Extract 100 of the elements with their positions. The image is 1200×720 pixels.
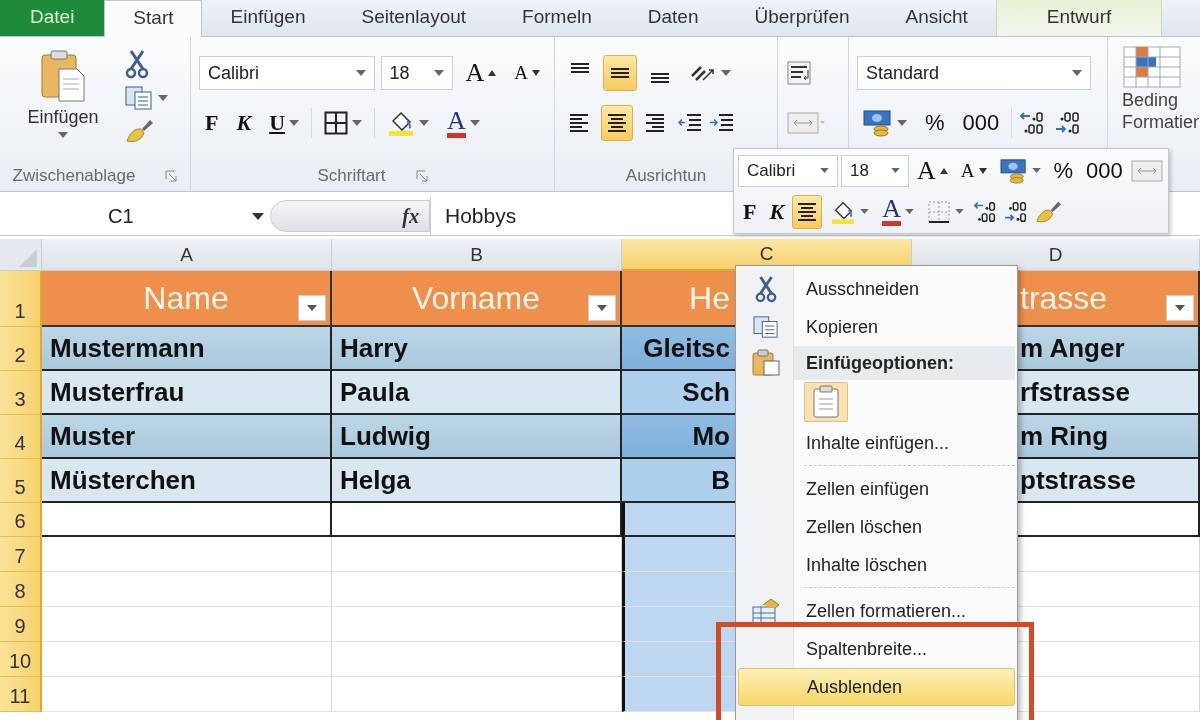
row-header[interactable]: 11 <box>0 677 42 712</box>
conditional-formatting-button[interactable]: Beding Formatier <box>1122 45 1200 133</box>
percent-button[interactable]: % <box>919 105 951 141</box>
merge-cells-icon[interactable] <box>1130 158 1163 183</box>
paint-bucket-icon <box>387 109 416 137</box>
caret-icon <box>597 305 607 311</box>
align-lines-icon <box>569 114 589 132</box>
table-cell: Harry <box>332 327 622 371</box>
formula-input[interactable]: Hobbys <box>430 197 720 235</box>
grow-font-button[interactable]: A <box>912 153 953 188</box>
percent-button[interactable]: % <box>1048 153 1079 188</box>
bold-button[interactable]: F <box>199 105 225 141</box>
menu-item[interactable]: Zellen formatieren... <box>738 592 1015 630</box>
ribbon-tab[interactable]: Start <box>104 0 203 37</box>
menu-item[interactable]: Inhalte löschen <box>738 546 1015 584</box>
table-cell: Paula <box>332 371 622 415</box>
align-lines-icon <box>570 63 590 73</box>
up-triangle-icon <box>488 70 497 76</box>
caret-icon <box>252 212 264 220</box>
shrink-font-button[interactable]: A <box>955 153 992 188</box>
column-header[interactable]: A <box>42 239 332 271</box>
table-cell: Mustermann <box>42 327 332 371</box>
caret-icon <box>1031 168 1041 173</box>
caret-icon <box>897 120 907 126</box>
menu-item[interactable]: Spaltenbreite... <box>738 630 1015 668</box>
font-color-button[interactable]: A <box>877 194 919 229</box>
group-label: Ausrichtun <box>625 166 707 186</box>
caret-icon <box>954 209 964 214</box>
row-header[interactable]: 1 <box>0 271 42 327</box>
filter-dropdown-button[interactable] <box>298 295 326 321</box>
table-cell: Ludwig <box>332 415 622 459</box>
row-header[interactable]: 4 <box>0 415 42 459</box>
row-header[interactable]: 2 <box>0 327 42 371</box>
up-triangle-icon <box>939 167 948 174</box>
menu-section-header: Einfügeoptionen: <box>794 346 1015 380</box>
italic-button[interactable]: K <box>230 105 258 141</box>
caret-icon[interactable] <box>158 95 168 101</box>
group-label: Zwischenablage <box>12 166 136 186</box>
grid-icon <box>324 111 349 135</box>
row-header[interactable]: 8 <box>0 572 42 607</box>
ribbon-tab[interactable]: Seitenlayout <box>333 0 495 36</box>
ribbon-tab[interactable]: Entwurf <box>995 0 1163 36</box>
font-name-combo[interactable]: Calibri <box>738 154 838 187</box>
thousands-separator-button[interactable]: 000 <box>956 105 1006 141</box>
number-format-combo[interactable]: Standard <box>857 56 1091 90</box>
thousands-separator-button[interactable]: 000 <box>1081 153 1128 188</box>
ribbon-tab[interactable]: Einfügen <box>202 0 334 36</box>
insert-function-button[interactable]: fx <box>270 200 430 232</box>
dialog-launcher-icon[interactable] <box>415 170 428 182</box>
table-cell: Muster <box>42 415 332 459</box>
table-cell: Helga <box>332 459 622 503</box>
align-button[interactable] <box>601 105 633 141</box>
caret-icon <box>1072 70 1082 76</box>
dialog-launcher-icon[interactable] <box>165 170 178 182</box>
name-box[interactable]: C1 <box>0 197 270 235</box>
align-lines-icon <box>797 202 818 221</box>
paste-button[interactable]: Einfügen <box>8 47 118 161</box>
row-header[interactable]: 9 <box>0 607 42 642</box>
font-color-button[interactable]: A <box>441 105 486 141</box>
underline-button[interactable]: U <box>263 105 306 141</box>
menu-item[interactable]: Zellen löschen <box>738 508 1015 546</box>
align-lines-icon <box>650 73 670 83</box>
ribbon-tab[interactable]: Datei <box>0 0 105 36</box>
bold-button[interactable]: F <box>738 194 762 229</box>
column-header[interactable]: D <box>912 239 1200 271</box>
shrink-font-button[interactable]: A <box>508 55 546 91</box>
row-header[interactable]: 7 <box>0 537 42 572</box>
row-header[interactable]: 6 <box>0 503 42 537</box>
caret-icon <box>469 120 480 126</box>
italic-button[interactable]: K <box>764 194 790 229</box>
table-header-cell: Vorname <box>332 271 622 327</box>
filter-dropdown-button[interactable] <box>588 295 616 321</box>
font-name-combo[interactable]: Calibri <box>199 56 375 90</box>
ribbon-tab[interactable]: Ansicht <box>877 0 996 36</box>
ribbon-tab[interactable]: Formeln <box>494 0 620 36</box>
caret-icon <box>419 120 430 126</box>
font-size-combo[interactable]: 18 <box>380 56 454 90</box>
filter-dropdown-button[interactable] <box>1166 295 1194 321</box>
row-header[interactable]: 10 <box>0 642 42 677</box>
copy-icon[interactable] <box>124 85 154 111</box>
table-header-cell: Name <box>42 271 332 327</box>
format-cells-icon <box>751 597 781 625</box>
caret-icon <box>891 168 900 173</box>
table-cell: Müsterchen <box>42 459 332 503</box>
caret-icon <box>721 70 731 76</box>
colored-grid-icon <box>1122 45 1182 89</box>
center-align-button[interactable] <box>792 194 823 229</box>
column-header[interactable]: B <box>332 239 622 271</box>
ribbon-tab[interactable]: Überprüfen <box>726 0 878 36</box>
grow-font-button[interactable]: A <box>459 55 503 91</box>
row-header[interactable]: 3 <box>0 371 42 415</box>
align-button[interactable] <box>603 55 637 91</box>
ribbon-tab[interactable]: Daten <box>619 0 727 36</box>
font-size-combo[interactable]: 18 <box>841 154 909 187</box>
table-cell: Musterfrau <box>42 371 332 415</box>
scissors-icon[interactable] <box>124 49 150 79</box>
brush-icon[interactable] <box>124 117 154 145</box>
menu-item[interactable]: Ausblenden <box>738 668 1015 706</box>
merge-cells-icon[interactable] <box>786 110 826 136</box>
row-header[interactable]: 5 <box>0 459 42 503</box>
